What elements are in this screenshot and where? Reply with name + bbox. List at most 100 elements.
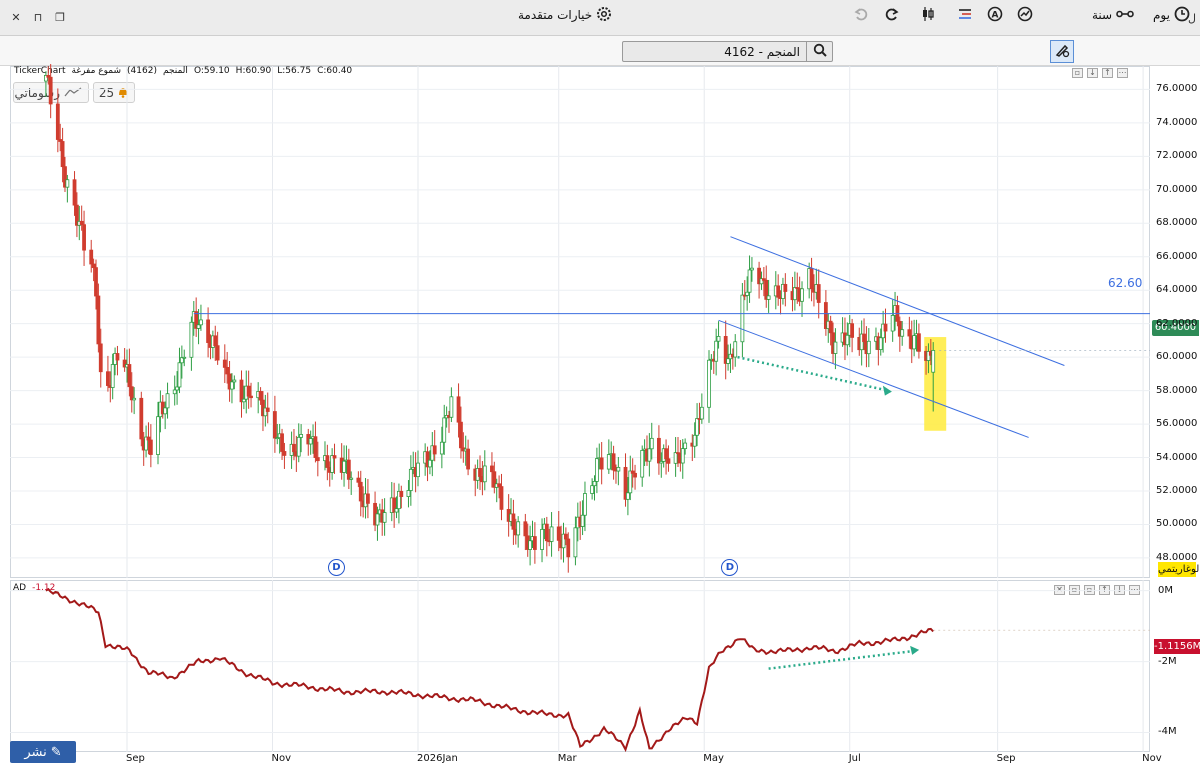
y-tick-label: 56.0000 (1156, 418, 1198, 430)
candle-body (280, 433, 284, 452)
candle-body (115, 353, 120, 361)
candle-body (917, 333, 921, 352)
candle-body (165, 393, 170, 409)
candle-body (206, 319, 210, 343)
candle-body (60, 141, 65, 168)
candle-body (695, 418, 699, 436)
x-tick-label: Sep (996, 753, 1016, 764)
y-tick-label: 66.0000 (1156, 250, 1198, 262)
candle-body (747, 269, 752, 293)
candle-body (482, 465, 487, 483)
candle-body (466, 448, 470, 470)
log-scale-toggle[interactable]: لوغاريتمي (1158, 562, 1199, 577)
y-tick-label: 70.0000 (1156, 183, 1198, 195)
dividend-marker[interactable]: D (327, 559, 345, 576)
candle-body (599, 457, 604, 470)
x-tick-label: 2026Jan (417, 753, 458, 764)
candle-body (680, 448, 685, 464)
candle-body (590, 485, 595, 494)
candle-body (132, 397, 137, 401)
candle-body (907, 329, 912, 337)
ad-y-tick-label: 0M (1158, 584, 1173, 596)
ad-y-tick-label: -2M (1158, 655, 1177, 667)
candle-body (213, 335, 218, 347)
candle-body (528, 540, 533, 550)
publish-button[interactable]: نشر ✎ (10, 741, 76, 763)
candle-body (249, 395, 253, 399)
candle-body (199, 319, 203, 326)
candle-body (490, 465, 494, 473)
candle-body (106, 371, 110, 386)
candle-body (649, 437, 654, 450)
y-tick-label: 58.0000 (1156, 384, 1198, 396)
candle-body (175, 386, 179, 391)
candle-body (96, 295, 101, 345)
candle-body (315, 457, 320, 462)
candle-body (566, 538, 571, 558)
ad-trend-arrow (768, 649, 915, 670)
candle-body (633, 472, 637, 478)
y-tick-label: 60.0000 (1156, 351, 1198, 363)
candle-body (416, 462, 420, 478)
candle-body (375, 513, 380, 526)
candle-body (215, 345, 220, 361)
candle-body (783, 283, 788, 292)
publish-label: نشر (24, 744, 47, 760)
ad-y-tick-label: -4M (1158, 726, 1177, 738)
candle-body (94, 267, 98, 297)
y-tick-label: 64.0000 (1156, 284, 1198, 296)
candle-body (583, 493, 587, 516)
candle-body (442, 417, 447, 443)
y-tick-label: 62.0000 (1156, 317, 1198, 329)
candle-body (299, 434, 304, 438)
candle-body (110, 364, 115, 388)
candle-body (816, 284, 821, 303)
candle-body (699, 406, 704, 420)
candle-body (358, 481, 363, 502)
candle-body (346, 459, 351, 480)
candle-body (182, 356, 187, 359)
y-tick-label: 72.0000 (1156, 150, 1198, 162)
candle-body (800, 288, 804, 302)
y-tick-label: 74.0000 (1156, 116, 1198, 128)
candle-body (594, 458, 599, 482)
candle-body (313, 436, 318, 458)
candle-body (239, 379, 244, 403)
candle-body (148, 439, 153, 455)
candle-body (692, 434, 697, 447)
y-tick-label: 68.0000 (1156, 217, 1198, 229)
candle-body (540, 528, 544, 550)
candle-body (573, 527, 578, 558)
candle-body (833, 341, 838, 354)
x-tick-label: Mar (557, 753, 577, 764)
candle-body (292, 443, 296, 453)
candle-body (606, 454, 611, 470)
x-tick-label: May (703, 753, 724, 764)
candle-body (325, 455, 330, 468)
candle-body (890, 314, 895, 332)
candle-body (716, 336, 721, 342)
candle-body (230, 381, 234, 390)
candle-body (931, 350, 936, 373)
candle-body (428, 459, 432, 468)
candle-body (544, 523, 549, 542)
ticker-chart-window: ✕ ⊓ ❐ ل يوم سنة A 4162 - المنجم خيارات م… (0, 0, 1200, 767)
y-tick-label: 50.0000 (1156, 518, 1198, 530)
candle-body (439, 441, 444, 455)
candle-body (866, 340, 871, 355)
candle-body (499, 486, 504, 510)
chart-canvas (10, 64, 1150, 753)
x-tick-label: Sep (126, 753, 145, 764)
candle-body (616, 466, 621, 472)
candle-body (664, 448, 668, 460)
channel-lower-line (718, 319, 1029, 438)
candle-body (332, 455, 337, 459)
candle-body (366, 493, 370, 504)
candle-body (628, 470, 633, 494)
candle-body (177, 362, 182, 388)
x-tick-label: Nov (1142, 753, 1162, 764)
candle-body (98, 343, 103, 373)
candle-body (592, 480, 597, 487)
candle-body (809, 268, 814, 289)
candle-body (258, 391, 263, 401)
